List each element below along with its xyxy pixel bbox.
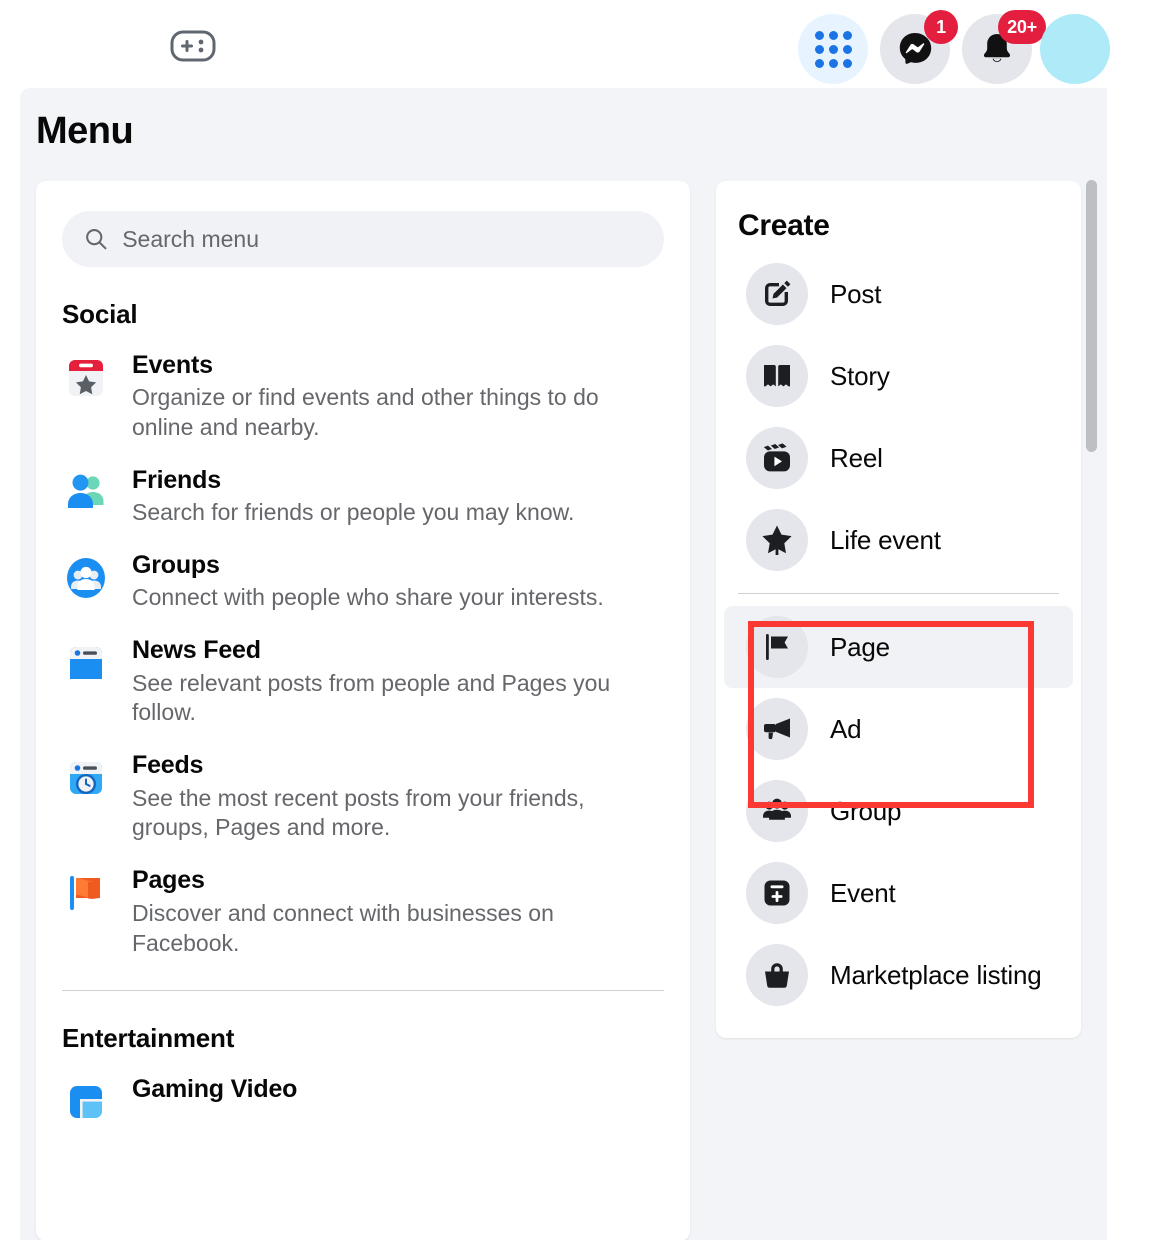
notifications-badge: 20+ [998,10,1046,44]
create-item-story[interactable]: Story [724,335,1073,417]
feeds-clock-icon [62,754,110,802]
search-menu-input[interactable] [122,225,642,253]
create-item-label: Reel [830,442,883,473]
ad-megaphone-icon [746,698,808,760]
create-item-reel[interactable]: Reel [724,417,1073,499]
section-entertainment: Entertainment Gaming Video [36,1023,690,1136]
create-item-label: Post [830,278,882,309]
menu-columns: Social Events Organize [36,181,1081,1240]
menu-item-text: Gaming Video [132,1072,297,1105]
menu-item-pages[interactable]: Pages Discover and connect with business… [36,853,690,968]
section-title-entertainment: Entertainment [62,1023,235,1054]
gaming-video-icon [62,1078,110,1126]
create-item-ad[interactable]: Ad [724,688,1073,770]
game-controller-icon[interactable] [170,30,216,62]
menu-item-text: Friends Search for friends or people you… [132,463,574,528]
create-item-group[interactable]: Group [724,770,1073,852]
top-bar-actions: 1 20+ [798,10,1110,84]
menu-list-card: Social Events Organize [36,181,690,1240]
menu-item-desc: See relevant posts from people and Pages… [132,669,611,726]
marketplace-basket-icon [746,944,808,1006]
page-title: Menu [36,110,134,152]
create-item-label: Ad [830,713,862,744]
section-divider [62,990,664,992]
menu-item-title: Friends [132,466,221,495]
create-item-label: Life event [830,524,941,555]
create-panel-title: Create [738,209,830,242]
search-menu-wrapper [62,211,664,267]
menu-item-desc: Discover and connect with businesses on … [132,899,554,956]
menu-item-text: Pages Discover and connect with business… [132,863,632,958]
create-item-post[interactable]: Post [724,253,1073,335]
pages-flag-icon [62,869,110,917]
menu-item-events[interactable]: Events Organize or find events and other… [36,338,690,453]
menu-item-desc: Search for friends or people you may kno… [132,499,575,526]
friends-people-icon [62,469,110,517]
news-feed-icon [62,639,110,687]
life-event-star-icon [746,509,808,571]
create-item-life-event[interactable]: Life event [724,499,1073,581]
create-item-label: Story [830,360,890,391]
menu-item-text: Events Organize or find events and other… [132,348,632,443]
screenshot-root: 1 20+ Menu Search menu Social Events Org… [0,0,1162,1240]
menu-item-text: Groups Connect with people who share you… [132,548,604,613]
create-item-marketplace-listing[interactable]: Marketplace listing [724,934,1073,1016]
events-calendar-star-icon [62,354,110,402]
menu-item-gaming-video[interactable]: Gaming Video [36,1062,690,1136]
menu-item-desc: Organize or find events and other things… [132,384,599,441]
create-separator [738,593,1059,594]
profile-avatar[interactable] [1040,14,1110,84]
menu-item-desc: See the most recent posts from your frie… [132,784,585,841]
event-plus-icon [746,862,808,924]
create-item-event[interactable]: Event [724,852,1073,934]
create-item-page[interactable]: Page [724,606,1073,688]
create-card: Create Post Story Reel Life event Page A… [716,181,1081,1038]
menu-item-title: Events [132,351,213,379]
menu-item-news-feed[interactable]: News Feed See relevant posts from people… [36,623,690,738]
group-people-icon [746,780,808,842]
create-item-label: Marketplace listing [830,959,1042,990]
top-navigation-bar: 1 20+ [0,0,1162,88]
apps-grid-icon [814,30,852,68]
menu-item-title: Feeds [132,751,204,780]
page-flag-icon [746,616,808,678]
menu-item-friends[interactable]: Friends Search for friends or people you… [36,453,690,538]
notifications-button[interactable]: 20+ [962,10,1046,84]
groups-people-circle-icon [62,554,110,602]
post-pencil-square-icon [746,263,808,325]
search-icon [86,229,107,250]
story-book-icon [746,345,808,407]
menu-item-feeds[interactable]: Feeds See the most recent posts from you… [36,738,690,853]
search-menu-box[interactable] [62,211,664,267]
menu-item-desc: Connect with people who share your inter… [132,584,604,611]
page-scrollbar-thumb[interactable] [1086,180,1097,452]
create-item-label: Page [830,631,890,662]
messenger-button[interactable]: 1 [880,10,958,84]
messenger-badge: 1 [924,10,958,44]
menu-page: Menu Social [20,88,1107,1240]
menu-item-groups[interactable]: Groups Connect with people who share you… [36,538,690,623]
menu-item-title: Pages [132,866,205,895]
create-item-label: Group [830,795,902,826]
section-title-social: Social [62,299,138,329]
create-item-label: Event [830,877,896,908]
menu-item-title: News Feed [132,636,261,665]
section-social: Social Events Organize or find events an… [36,299,690,968]
reel-clapperboard-icon [746,427,808,489]
menu-item-title: Gaming Video [132,1075,298,1104]
menu-item-title: Groups [132,551,220,580]
apps-grid-button[interactable] [798,14,868,84]
menu-item-text: Feeds See the most recent posts from you… [132,748,632,843]
menu-item-text: News Feed See relevant posts from people… [132,633,632,728]
